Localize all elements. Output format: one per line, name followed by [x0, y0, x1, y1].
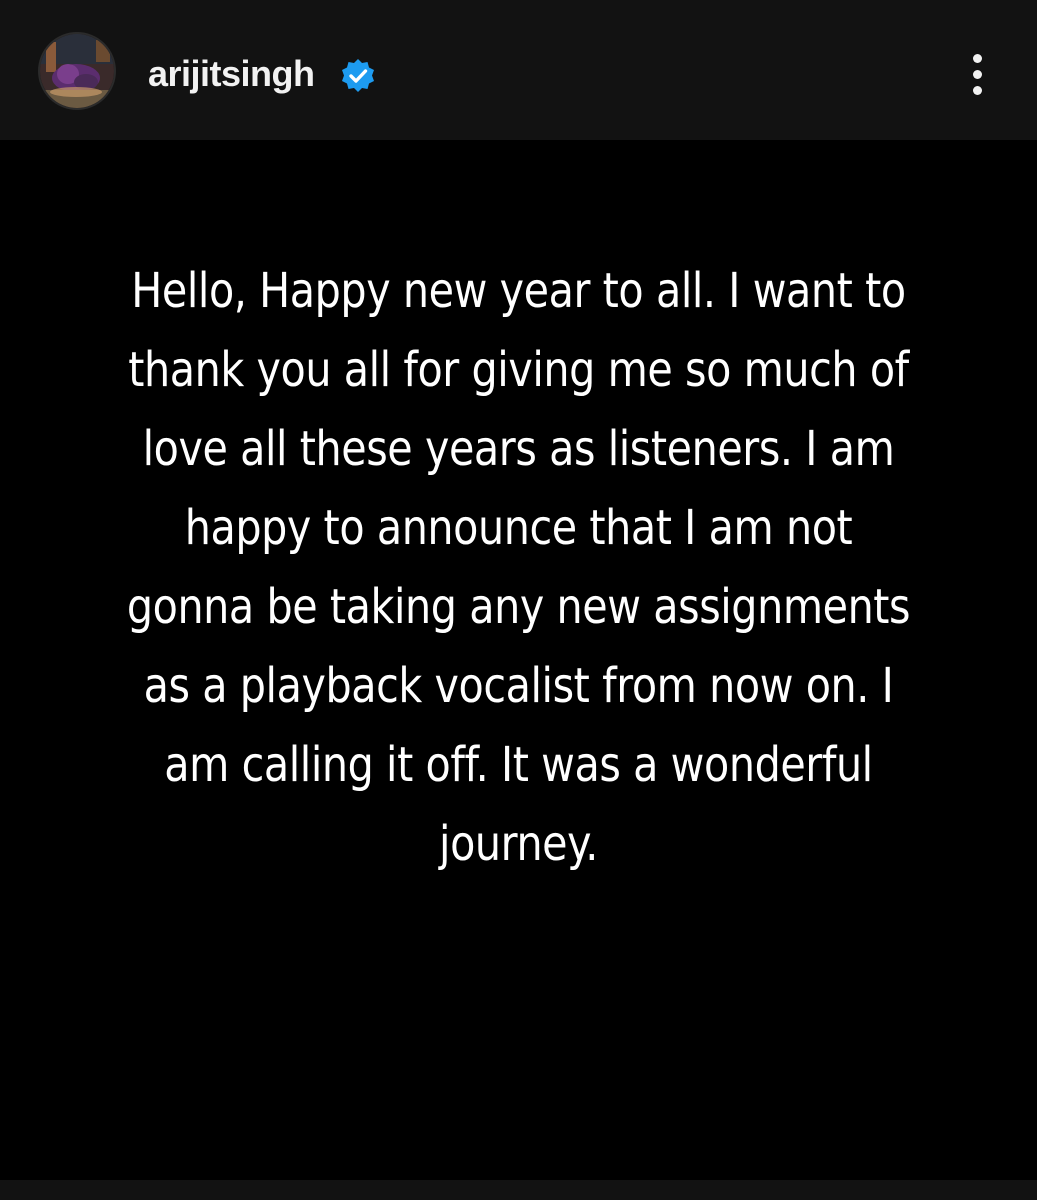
profile-avatar[interactable] — [38, 32, 116, 110]
story-text: Hello, Happy new year to all. I want to … — [126, 263, 911, 872]
verified-badge-icon — [342, 59, 374, 92]
story-content: Hello, Happy new year to all. I want to … — [0, 140, 1037, 1180]
more-dot-icon — [973, 86, 982, 95]
more-options-button[interactable] — [958, 50, 998, 98]
profile-photo-icon — [40, 34, 114, 108]
username[interactable]: arijitsingh — [148, 52, 315, 96]
more-dot-icon — [973, 70, 982, 79]
post-header: arijitsingh — [0, 0, 1037, 140]
bottom-bar — [0, 1180, 1037, 1200]
more-dot-icon — [973, 54, 982, 63]
